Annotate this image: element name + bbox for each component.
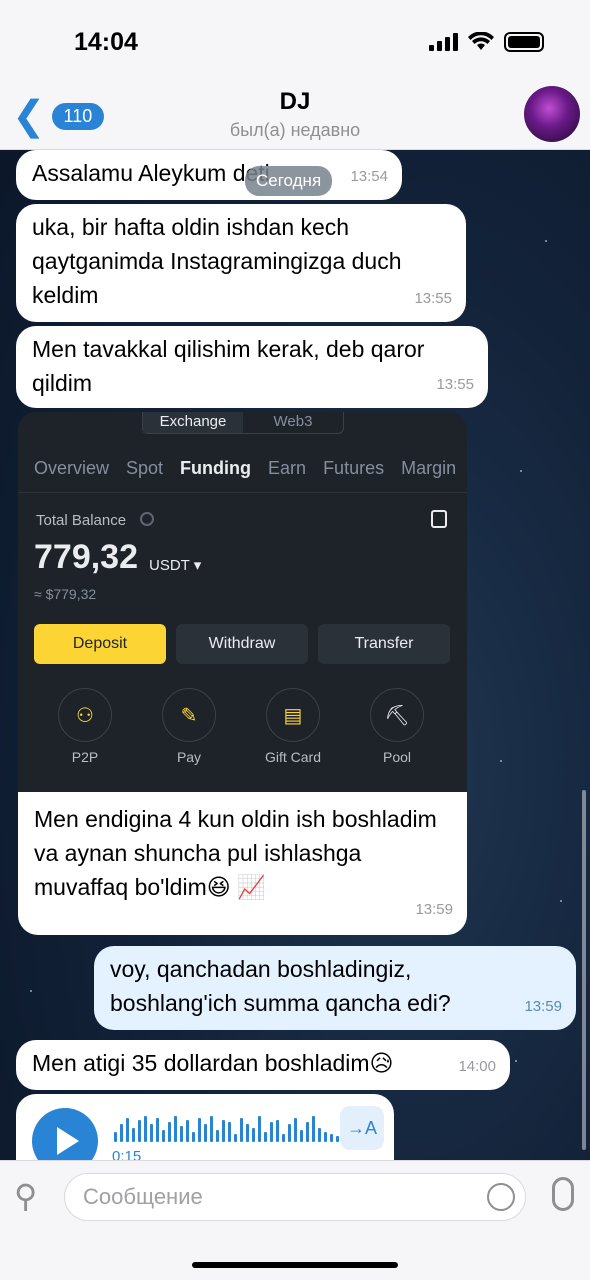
message-time: 13:54 xyxy=(350,168,388,185)
home-indicator[interactable] xyxy=(192,1262,398,1268)
segment-web3: Web3 xyxy=(273,413,313,430)
status-icons xyxy=(429,32,544,52)
balance-usd: ≈ $779,32 xyxy=(34,586,97,602)
divider xyxy=(18,492,467,493)
status-time: 14:04 xyxy=(74,28,138,56)
total-balance-label: Total Balance xyxy=(36,512,127,529)
message-input[interactable] xyxy=(65,1174,465,1220)
wifi-icon xyxy=(468,32,494,50)
date-separator: Сегодня xyxy=(245,166,333,196)
message-bubble[interactable]: Men tavakkal qilishim kerak, deb qaror q… xyxy=(16,326,488,408)
tab-earn: Earn xyxy=(268,458,307,478)
message-time: 13:55 xyxy=(414,290,452,307)
message-text: Men atigi 35 dollardan boshladim😥 xyxy=(32,1050,394,1076)
deposit-button: Deposit xyxy=(34,624,166,664)
tab-margin: Margin xyxy=(401,458,457,478)
signal-icon xyxy=(429,33,458,51)
voice-message[interactable]: 0:15 →A xyxy=(16,1094,394,1174)
segment-control: Exchange Web3 xyxy=(142,412,344,434)
microphone-icon[interactable] xyxy=(552,1177,574,1211)
chat-status: был(а) недавно xyxy=(229,120,361,140)
pool-icon: ⛏ xyxy=(370,688,424,742)
message-time: 14:00 xyxy=(458,1058,496,1075)
message-bubble[interactable]: Men endigina 4 kun oldin ish boshladim v… xyxy=(18,792,467,935)
message-bubble[interactable]: Assalamu Aleykum deti 13:54 xyxy=(16,150,402,200)
message-text: Assalamu Aleykum deti xyxy=(32,160,270,186)
balance-value: 779,32 xyxy=(34,538,138,576)
gift-card-label: Gift Card xyxy=(264,749,321,765)
message-bubble[interactable]: Men atigi 35 dollardan boshladim😥 14:00 xyxy=(16,1040,510,1090)
transfer-button: Transfer xyxy=(318,624,450,664)
message-time: 13:55 xyxy=(436,376,474,393)
tab-spot: Spot xyxy=(126,458,164,478)
pool-label: Pool xyxy=(382,749,412,765)
chat-header: 14:04 ❮ 110 DJ был(а) недавно xyxy=(0,0,590,150)
pay-icon: ✎ xyxy=(162,688,216,742)
paperclip-icon[interactable]: ⚲ xyxy=(14,1177,37,1215)
message-field[interactable] xyxy=(64,1173,526,1221)
p2p-label: P2P xyxy=(71,749,99,765)
waveform[interactable] xyxy=(114,1116,339,1142)
message-text: Men endigina 4 kun oldin ish boshladim v… xyxy=(34,806,437,900)
tab-overview: Overview xyxy=(34,458,110,478)
eye-icon xyxy=(140,512,154,526)
transcribe-button[interactable]: →A xyxy=(340,1106,384,1150)
battery-icon xyxy=(504,32,544,52)
tab-funding: Funding xyxy=(180,458,252,478)
message-text: uka, bir hafta oldin ishdan kech qaytgan… xyxy=(32,214,402,308)
pay-label: Pay xyxy=(176,749,202,765)
message-bubble[interactable]: uka, bir hafta oldin ishdan kech qaytgan… xyxy=(16,204,466,322)
history-icon xyxy=(431,510,447,528)
wallet-tabs: Overview Spot Funding Earn Futures Margi… xyxy=(34,458,456,479)
tab-futures: Futures xyxy=(323,458,385,478)
avatar[interactable] xyxy=(524,86,580,142)
scroll-indicator[interactable] xyxy=(582,790,586,1150)
photo-attachment[interactable]: Exchange Web3 Overview Spot Funding Earn… xyxy=(18,412,467,792)
chat-title[interactable]: DJ xyxy=(0,88,590,116)
segment-exchange: Exchange xyxy=(143,412,243,433)
gift-card-icon: ▤ xyxy=(266,688,320,742)
message-time: 13:59 xyxy=(415,901,453,918)
p2p-icon: ⚇ xyxy=(58,688,112,742)
message-text: voy, qanchadan boshladingiz, boshlang'ic… xyxy=(110,956,451,1016)
balance-unit: USDT ▾ xyxy=(149,557,202,574)
message-text: Men tavakkal qilishim kerak, deb qaror q… xyxy=(32,336,425,396)
outgoing-message-bubble[interactable]: voy, qanchadan boshladingiz, boshlang'ic… xyxy=(94,946,576,1030)
withdraw-button: Withdraw xyxy=(176,624,308,664)
sticker-icon[interactable] xyxy=(487,1183,515,1211)
message-time: 13:59 xyxy=(524,998,562,1015)
